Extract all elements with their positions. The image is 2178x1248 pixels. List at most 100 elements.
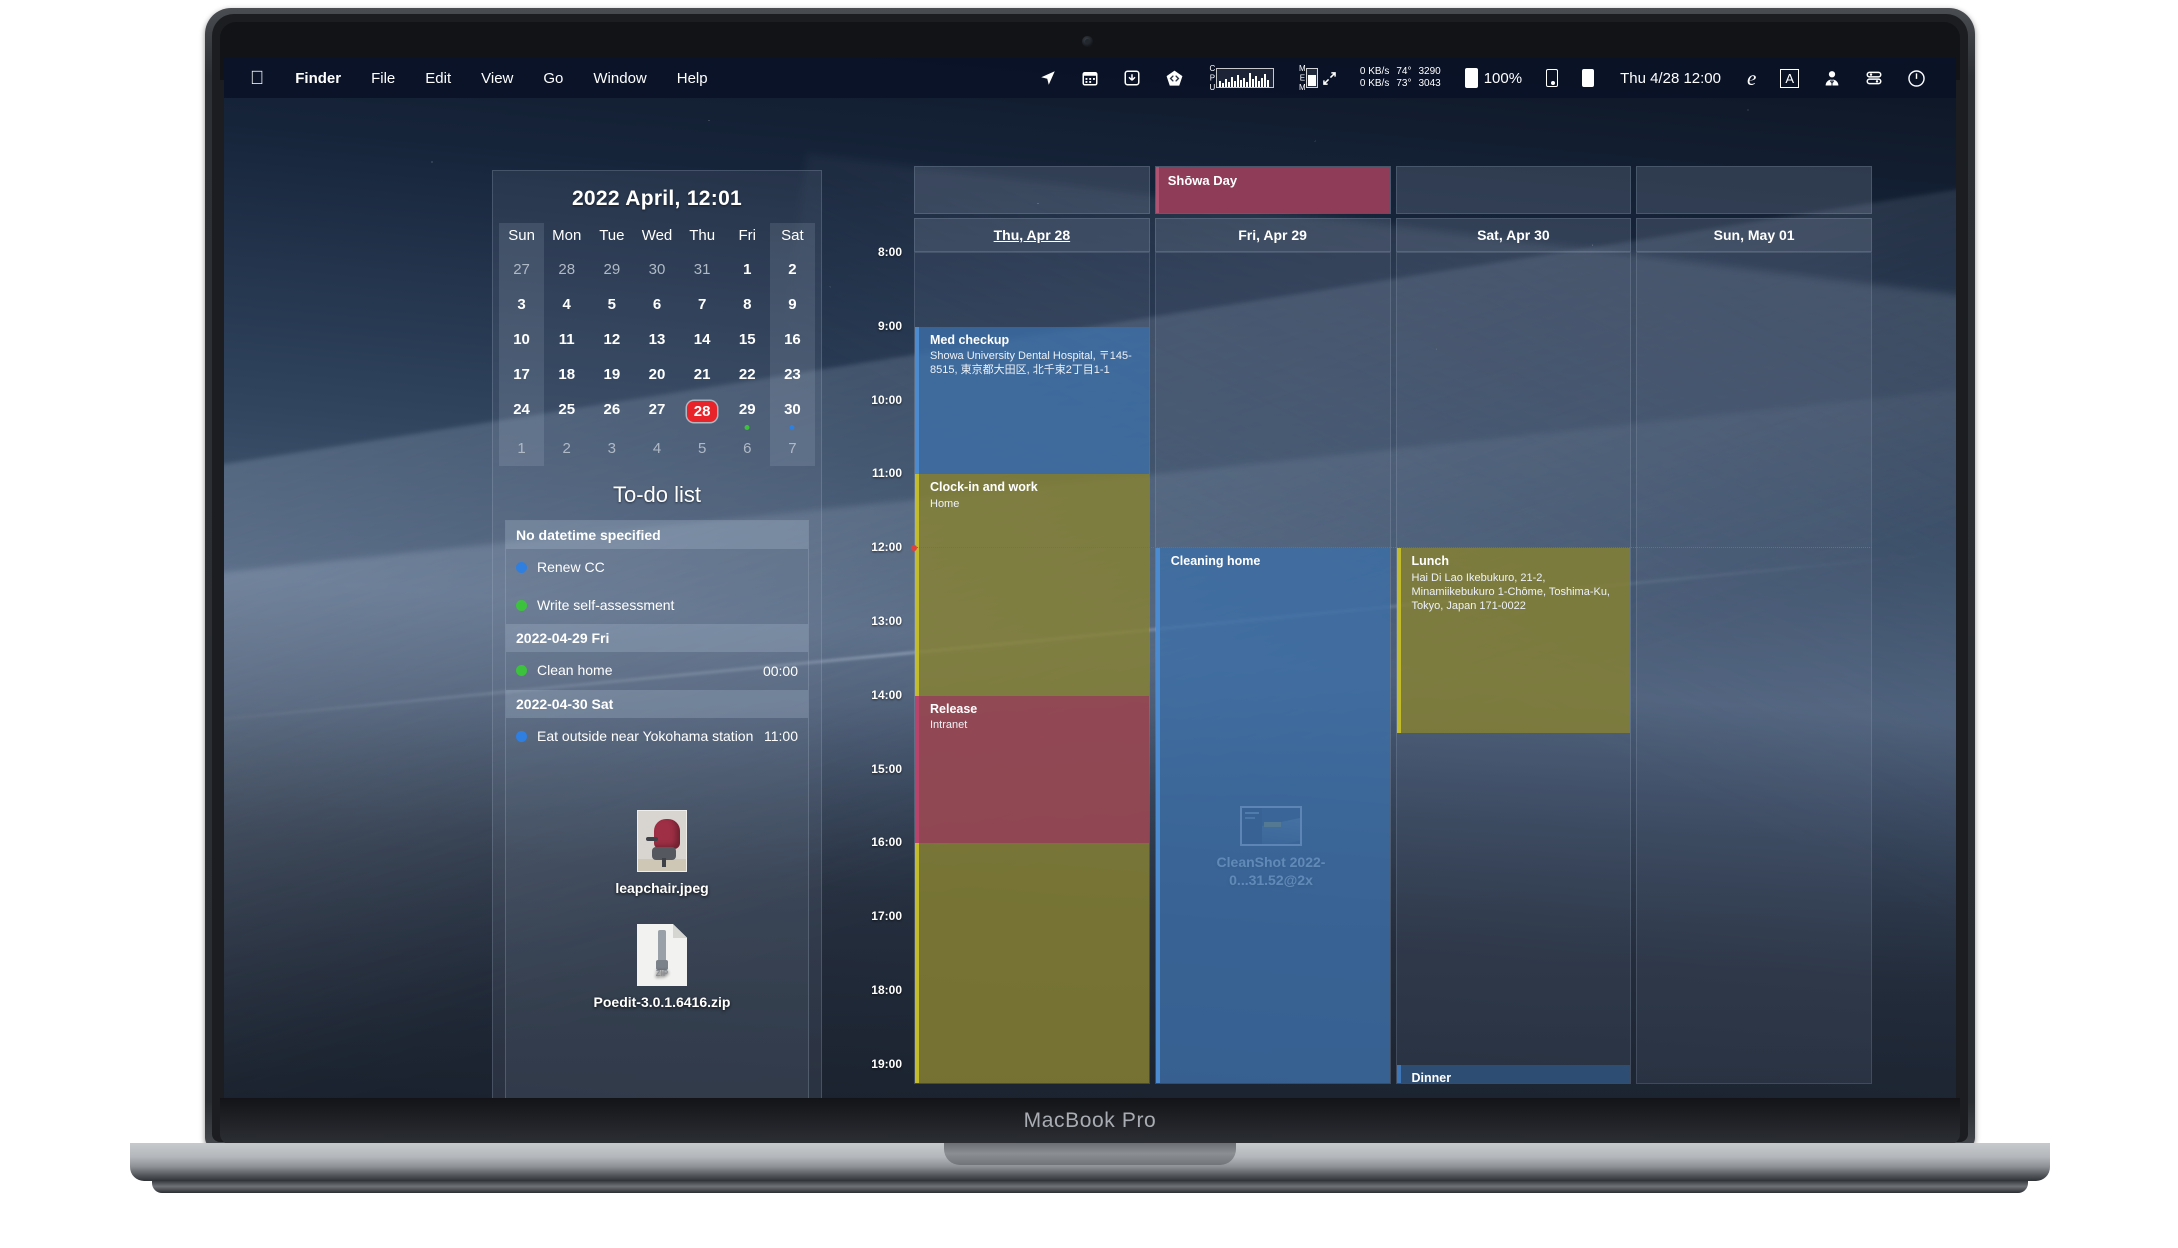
calendar-day-cell[interactable]: 4 xyxy=(544,287,589,322)
menu-clock[interactable]: Thu 4/28 12:00 xyxy=(1606,70,1735,87)
calendar-event[interactable]: Med checkup Showa University Dental Hospi… xyxy=(915,326,1149,475)
calendar-day-cell[interactable]: 13 xyxy=(634,322,679,357)
battery-status[interactable]: 100% xyxy=(1453,58,1534,98)
zip-file-icon: ZIP xyxy=(587,924,737,986)
calendar-day-cell[interactable]: 3 xyxy=(499,287,545,322)
desktop-icon-poedit-zip[interactable]: ZIP Poedit-3.0.1.6416.zip xyxy=(587,924,737,1012)
calendar-day-cell[interactable]: 26 xyxy=(589,392,634,431)
calendar-event[interactable]: Lunch Hai Di Lao Ikebukuro, 21-2, Minamii… xyxy=(1396,548,1631,733)
desktop-icon-leapchair[interactable]: leapchair.jpeg xyxy=(587,810,737,898)
day-column-header[interactable]: Thu, Apr 28 xyxy=(914,218,1150,252)
day-column[interactable]: Lunch Hai Di Lao Ikebukuro, 21-2, Minamii… xyxy=(1395,252,1632,1084)
day-column[interactable] xyxy=(1636,252,1872,1084)
calendar-day-cell[interactable]: 2 xyxy=(769,252,815,287)
calendar-event-dot xyxy=(744,425,750,430)
memory-monitor-widget[interactable]: MEM xyxy=(1286,58,1348,98)
day-column-header[interactable]: Sat, Apr 30 xyxy=(1395,218,1632,252)
calendar-day-cell[interactable]: 10 xyxy=(499,322,545,357)
calendar-day-cell[interactable]: 18 xyxy=(544,357,589,392)
calendar-day-cell[interactable]: 23 xyxy=(769,357,815,392)
clock-widget-icon[interactable] xyxy=(1895,58,1938,98)
todo-item[interactable]: Renew CC xyxy=(506,549,808,587)
temp-gpu: 73° xyxy=(1396,78,1412,89)
cpu-monitor-widget[interactable]: CPU xyxy=(1196,58,1286,98)
battery-tertiary-icon[interactable] xyxy=(1570,58,1606,98)
calendar-day-cell[interactable]: 9 xyxy=(769,287,815,322)
menu-item-file[interactable]: File xyxy=(356,70,410,87)
calendar-day-cell[interactable]: 30 xyxy=(634,252,679,287)
calendar-day-cell[interactable]: 15 xyxy=(725,322,770,357)
user-account-icon[interactable] xyxy=(1811,58,1853,98)
todo-item[interactable]: Write self-assessment xyxy=(506,587,808,625)
calendar-icon[interactable] xyxy=(1069,58,1111,98)
zip-badge: ZIP xyxy=(655,969,669,978)
calendar-day-cell[interactable]: 6 xyxy=(725,431,770,466)
menu-item-window[interactable]: Window xyxy=(578,70,661,87)
code-pentagon-icon[interactable] xyxy=(1153,58,1196,98)
net-upload: 0 KB/s xyxy=(1359,66,1390,77)
calendar-day-cell[interactable]: 28 xyxy=(680,392,725,431)
calendar-day-cell[interactable]: 24 xyxy=(499,392,545,431)
calendar-day-cell[interactable]: 29 xyxy=(589,252,634,287)
calendar-day-cell[interactable]: 27 xyxy=(499,252,545,287)
calendar-day-cell[interactable]: 21 xyxy=(680,357,725,392)
calendar-day-cell[interactable]: 28 xyxy=(544,252,589,287)
all-day-cell[interactable] xyxy=(914,166,1150,214)
day-column-header[interactable]: Fri, Apr 29 xyxy=(1154,218,1391,252)
day-header-row: Thu, Apr 28 Fri, Apr 29 Sat, Apr 30 Sun, Ma… xyxy=(914,218,1872,252)
calendar-day-cell[interactable]: 20 xyxy=(634,357,679,392)
calendar-event[interactable]: Cleaning home xyxy=(1155,548,1390,1083)
apple-menu-icon[interactable]:  xyxy=(246,69,280,88)
control-center-icon[interactable] xyxy=(1853,58,1895,98)
calendar-day-cell[interactable]: 1 xyxy=(499,431,545,466)
todo-item[interactable]: Eat outside near Yokohama station 11:00 xyxy=(506,718,808,756)
todo-item[interactable]: Clean home 00:00 xyxy=(506,652,808,690)
calendar-day-cell[interactable]: 22 xyxy=(725,357,770,392)
calendar-day-cell[interactable]: 6 xyxy=(634,287,679,322)
script-editor-icon[interactable]: e xyxy=(1735,58,1768,98)
all-day-event[interactable]: Shōwa Day xyxy=(1155,167,1390,213)
calendar-day-cell[interactable]: 16 xyxy=(769,322,815,357)
day-column[interactable]: Med checkup Showa University Dental Hospi… xyxy=(914,252,1150,1084)
calendar-day-cell[interactable]: 2 xyxy=(544,431,589,466)
calendar-day-cell[interactable]: 14 xyxy=(680,322,725,357)
calendar-day-cell[interactable]: 3 xyxy=(589,431,634,466)
calendar-day-cell[interactable]: 5 xyxy=(589,287,634,322)
menu-item-edit[interactable]: Edit xyxy=(410,70,466,87)
calendar-day-cell[interactable]: 27 xyxy=(634,392,679,431)
menu-item-help[interactable]: Help xyxy=(662,70,723,87)
input-source-icon[interactable]: A xyxy=(1768,58,1811,98)
todo-bullet-icon xyxy=(516,599,527,611)
calendar-event[interactable]: Release Intranet xyxy=(915,695,1149,844)
menu-item-view[interactable]: View xyxy=(466,70,528,87)
webcam-lens xyxy=(1085,39,1090,44)
calendar-day-cell[interactable]: 19 xyxy=(589,357,634,392)
calendar-day-cell[interactable]: 25 xyxy=(544,392,589,431)
calendar-event[interactable]: DinnerSupermarket near home xyxy=(1396,1064,1631,1083)
calendar-day-cell[interactable]: 4 xyxy=(634,431,679,466)
calendar-day-cell[interactable]: 5 xyxy=(680,431,725,466)
battery-secondary-icon[interactable] xyxy=(1534,58,1570,98)
time-axis-label: 17:00 xyxy=(871,909,902,924)
location-arrow-icon[interactable] xyxy=(1027,58,1069,98)
calendar-day-cell[interactable]: 31 xyxy=(680,252,725,287)
calendar-day-cell[interactable]: 1 xyxy=(725,252,770,287)
menu-item-go[interactable]: Go xyxy=(528,70,578,87)
calendar-day-cell[interactable]: 17 xyxy=(499,357,545,392)
calendar-day-cell[interactable]: 11 xyxy=(544,322,589,357)
calendar-day-cell[interactable]: 29 xyxy=(725,392,770,431)
calendar-day-cell[interactable]: 30 xyxy=(769,392,815,431)
cpu-graph xyxy=(1215,68,1274,88)
calendar-day-cell[interactable]: 7 xyxy=(769,431,815,466)
calendar-day-cell[interactable]: 8 xyxy=(725,287,770,322)
all-day-cell[interactable]: Shōwa Day xyxy=(1154,166,1391,214)
download-icon[interactable] xyxy=(1111,58,1153,98)
menu-item-finder[interactable]: Finder xyxy=(280,70,356,87)
calendar-day-cell[interactable]: 7 xyxy=(680,287,725,322)
day-column-header[interactable]: Sun, May 01 xyxy=(1636,218,1872,252)
day-column[interactable]: Cleaning home xyxy=(1154,252,1391,1084)
system-stats-readout[interactable]: 0 KB/s 0 KB/s 74° 73° 3290 3043 xyxy=(1348,58,1453,98)
calendar-day-cell[interactable]: 12 xyxy=(589,322,634,357)
all-day-cell[interactable] xyxy=(1636,166,1872,214)
all-day-cell[interactable] xyxy=(1395,166,1632,214)
